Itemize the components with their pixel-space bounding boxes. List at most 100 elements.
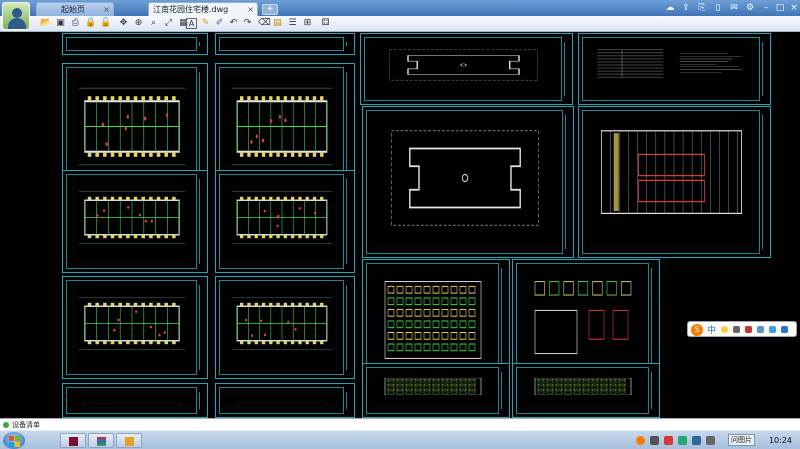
close-tab-icon[interactable]: × bbox=[103, 3, 110, 16]
zoom-window-icon[interactable]: ⊕ bbox=[133, 18, 144, 29]
layers-icon[interactable]: ▤ bbox=[272, 18, 283, 29]
ime-tray-icon[interactable] bbox=[636, 436, 645, 445]
cad-viewer-window: 起始页 × 江南花园住宅楼.dwg × + ☁ ⇪ ⎘ ▯ ✉ ⚙ – □ × … bbox=[0, 0, 800, 449]
title-block bbox=[346, 179, 352, 264]
drawing-canvas[interactable]: S 中 bbox=[0, 33, 800, 418]
settings-icon[interactable]: ⚙ bbox=[745, 3, 755, 13]
ime-moon-icon[interactable] bbox=[721, 326, 728, 333]
cad-viewer-app-icon bbox=[125, 437, 134, 446]
zoom-fit-icon[interactable]: ⤢ bbox=[163, 18, 174, 29]
drawing-sheet[interactable] bbox=[62, 383, 208, 418]
windows-logo-part bbox=[9, 442, 14, 447]
app-tray-icon[interactable] bbox=[678, 436, 687, 445]
pen-icon[interactable]: ✎ bbox=[200, 18, 211, 29]
sheet-drawing bbox=[226, 183, 338, 252]
measure-icon[interactable]: ⊞ bbox=[302, 18, 313, 29]
zoom-icon[interactable]: ⌕ bbox=[148, 18, 159, 29]
volume-tray-icon[interactable] bbox=[706, 436, 715, 445]
taskbar-archive-app[interactable] bbox=[88, 433, 114, 448]
title-block bbox=[762, 115, 768, 249]
taskbar-video-app[interactable] bbox=[60, 433, 86, 448]
lock-alt-icon[interactable]: 🔓 bbox=[100, 18, 111, 29]
table-icon[interactable]: ⚃ bbox=[320, 18, 331, 29]
drawing-sheet[interactable] bbox=[62, 33, 263, 143]
sheet-drawing bbox=[373, 272, 493, 368]
windows-logo-icon bbox=[9, 436, 14, 441]
tab-start-page[interactable]: 起始页 × bbox=[36, 2, 114, 16]
add-tab-button[interactable]: + bbox=[262, 4, 278, 15]
drawing-sheet[interactable] bbox=[215, 276, 355, 379]
markup-icon[interactable]: ✐ bbox=[214, 18, 225, 29]
minimize-icon[interactable]: – bbox=[761, 3, 771, 13]
title-block bbox=[565, 115, 571, 249]
maximize-icon[interactable]: □ bbox=[775, 3, 785, 13]
sheet-drawing bbox=[523, 272, 643, 368]
tab-label: 起始页 bbox=[61, 5, 85, 14]
sheet-drawing bbox=[226, 289, 338, 358]
security-tray-icon[interactable] bbox=[664, 436, 673, 445]
drawing-sheet[interactable] bbox=[578, 106, 771, 258]
ime-toolbar[interactable]: S 中 bbox=[687, 321, 797, 337]
title-block bbox=[501, 372, 507, 409]
sheet-drawing bbox=[589, 46, 754, 84]
ime-mode-label[interactable]: 中 bbox=[707, 323, 716, 336]
user-avatar[interactable] bbox=[2, 2, 30, 30]
sheet-drawing bbox=[73, 183, 191, 252]
export-icon[interactable]: ⎘ bbox=[697, 3, 707, 13]
tab-drawing-file[interactable]: 江南花园住宅楼.dwg × bbox=[148, 2, 258, 16]
avatar-body-shape bbox=[8, 18, 26, 29]
ime-skin-icon[interactable] bbox=[769, 326, 776, 333]
share-icon[interactable]: ⇪ bbox=[681, 3, 691, 13]
sheet-drawing bbox=[226, 76, 338, 177]
pan-icon[interactable]: ✥ bbox=[118, 18, 129, 29]
title-block bbox=[564, 42, 570, 96]
drawing-sheet[interactable] bbox=[62, 170, 208, 273]
open-icon[interactable]: 📂 bbox=[40, 18, 51, 29]
title-block bbox=[199, 42, 205, 46]
sheet-drawing bbox=[589, 119, 754, 237]
cloud-icon[interactable]: ☁ bbox=[665, 3, 675, 13]
drawing-sheet[interactable] bbox=[578, 33, 771, 105]
mail-icon[interactable]: ✉ bbox=[729, 3, 739, 13]
ime-mode-tray-icon[interactable] bbox=[650, 436, 659, 445]
drawing-sheet[interactable] bbox=[215, 170, 355, 273]
redo-icon[interactable]: ↷ bbox=[242, 18, 253, 29]
network-tray-icon[interactable] bbox=[692, 436, 701, 445]
sheet-drawing bbox=[523, 376, 643, 397]
drawing-sheet[interactable] bbox=[360, 33, 573, 105]
title-block bbox=[346, 285, 352, 370]
drawing-sheet[interactable] bbox=[215, 383, 355, 418]
drawing-sheet[interactable] bbox=[362, 106, 574, 258]
drawing-sheet[interactable] bbox=[362, 363, 510, 418]
start-button[interactable] bbox=[3, 432, 25, 449]
undo-icon[interactable]: ↶ bbox=[228, 18, 239, 29]
text-tool-button[interactable]: A bbox=[186, 18, 197, 29]
erase-icon[interactable]: ⌫ bbox=[258, 18, 271, 29]
tab-label: 江南花园住宅楼.dwg bbox=[153, 5, 229, 14]
archive-app-icon bbox=[97, 437, 106, 446]
taskbar-cad-viewer-app[interactable] bbox=[116, 433, 142, 448]
ime-tools-icon[interactable] bbox=[781, 326, 788, 333]
mobile-icon[interactable]: ▯ bbox=[713, 3, 723, 13]
status-ok-icon bbox=[3, 422, 9, 428]
close-tab-icon[interactable]: × bbox=[247, 3, 254, 16]
lock-icon[interactable]: 🔒 bbox=[85, 18, 96, 29]
ime-emoji-icon[interactable] bbox=[745, 326, 752, 333]
save-icon[interactable]: ▣ bbox=[55, 18, 66, 29]
ime-logo-icon: S bbox=[691, 324, 703, 336]
drawing-sheet[interactable] bbox=[215, 33, 416, 143]
print-icon[interactable]: ⎙ bbox=[70, 18, 81, 29]
close-icon[interactable]: × bbox=[789, 3, 799, 13]
ime-punctuation-icon[interactable] bbox=[733, 326, 740, 333]
windows-logo-part bbox=[15, 442, 20, 447]
title-block bbox=[651, 372, 657, 409]
language-indicator[interactable]: 问图片 bbox=[728, 434, 755, 446]
drawing-sheet[interactable] bbox=[62, 276, 208, 379]
sheet-drawing bbox=[371, 46, 556, 84]
ime-keyboard-icon[interactable] bbox=[757, 326, 764, 333]
sheet-drawing bbox=[226, 396, 338, 404]
windows-logo-part bbox=[15, 436, 20, 441]
clock[interactable]: 10:24 bbox=[769, 431, 792, 449]
drawing-sheet[interactable] bbox=[512, 363, 660, 418]
properties-icon[interactable]: ☰ bbox=[287, 18, 298, 29]
